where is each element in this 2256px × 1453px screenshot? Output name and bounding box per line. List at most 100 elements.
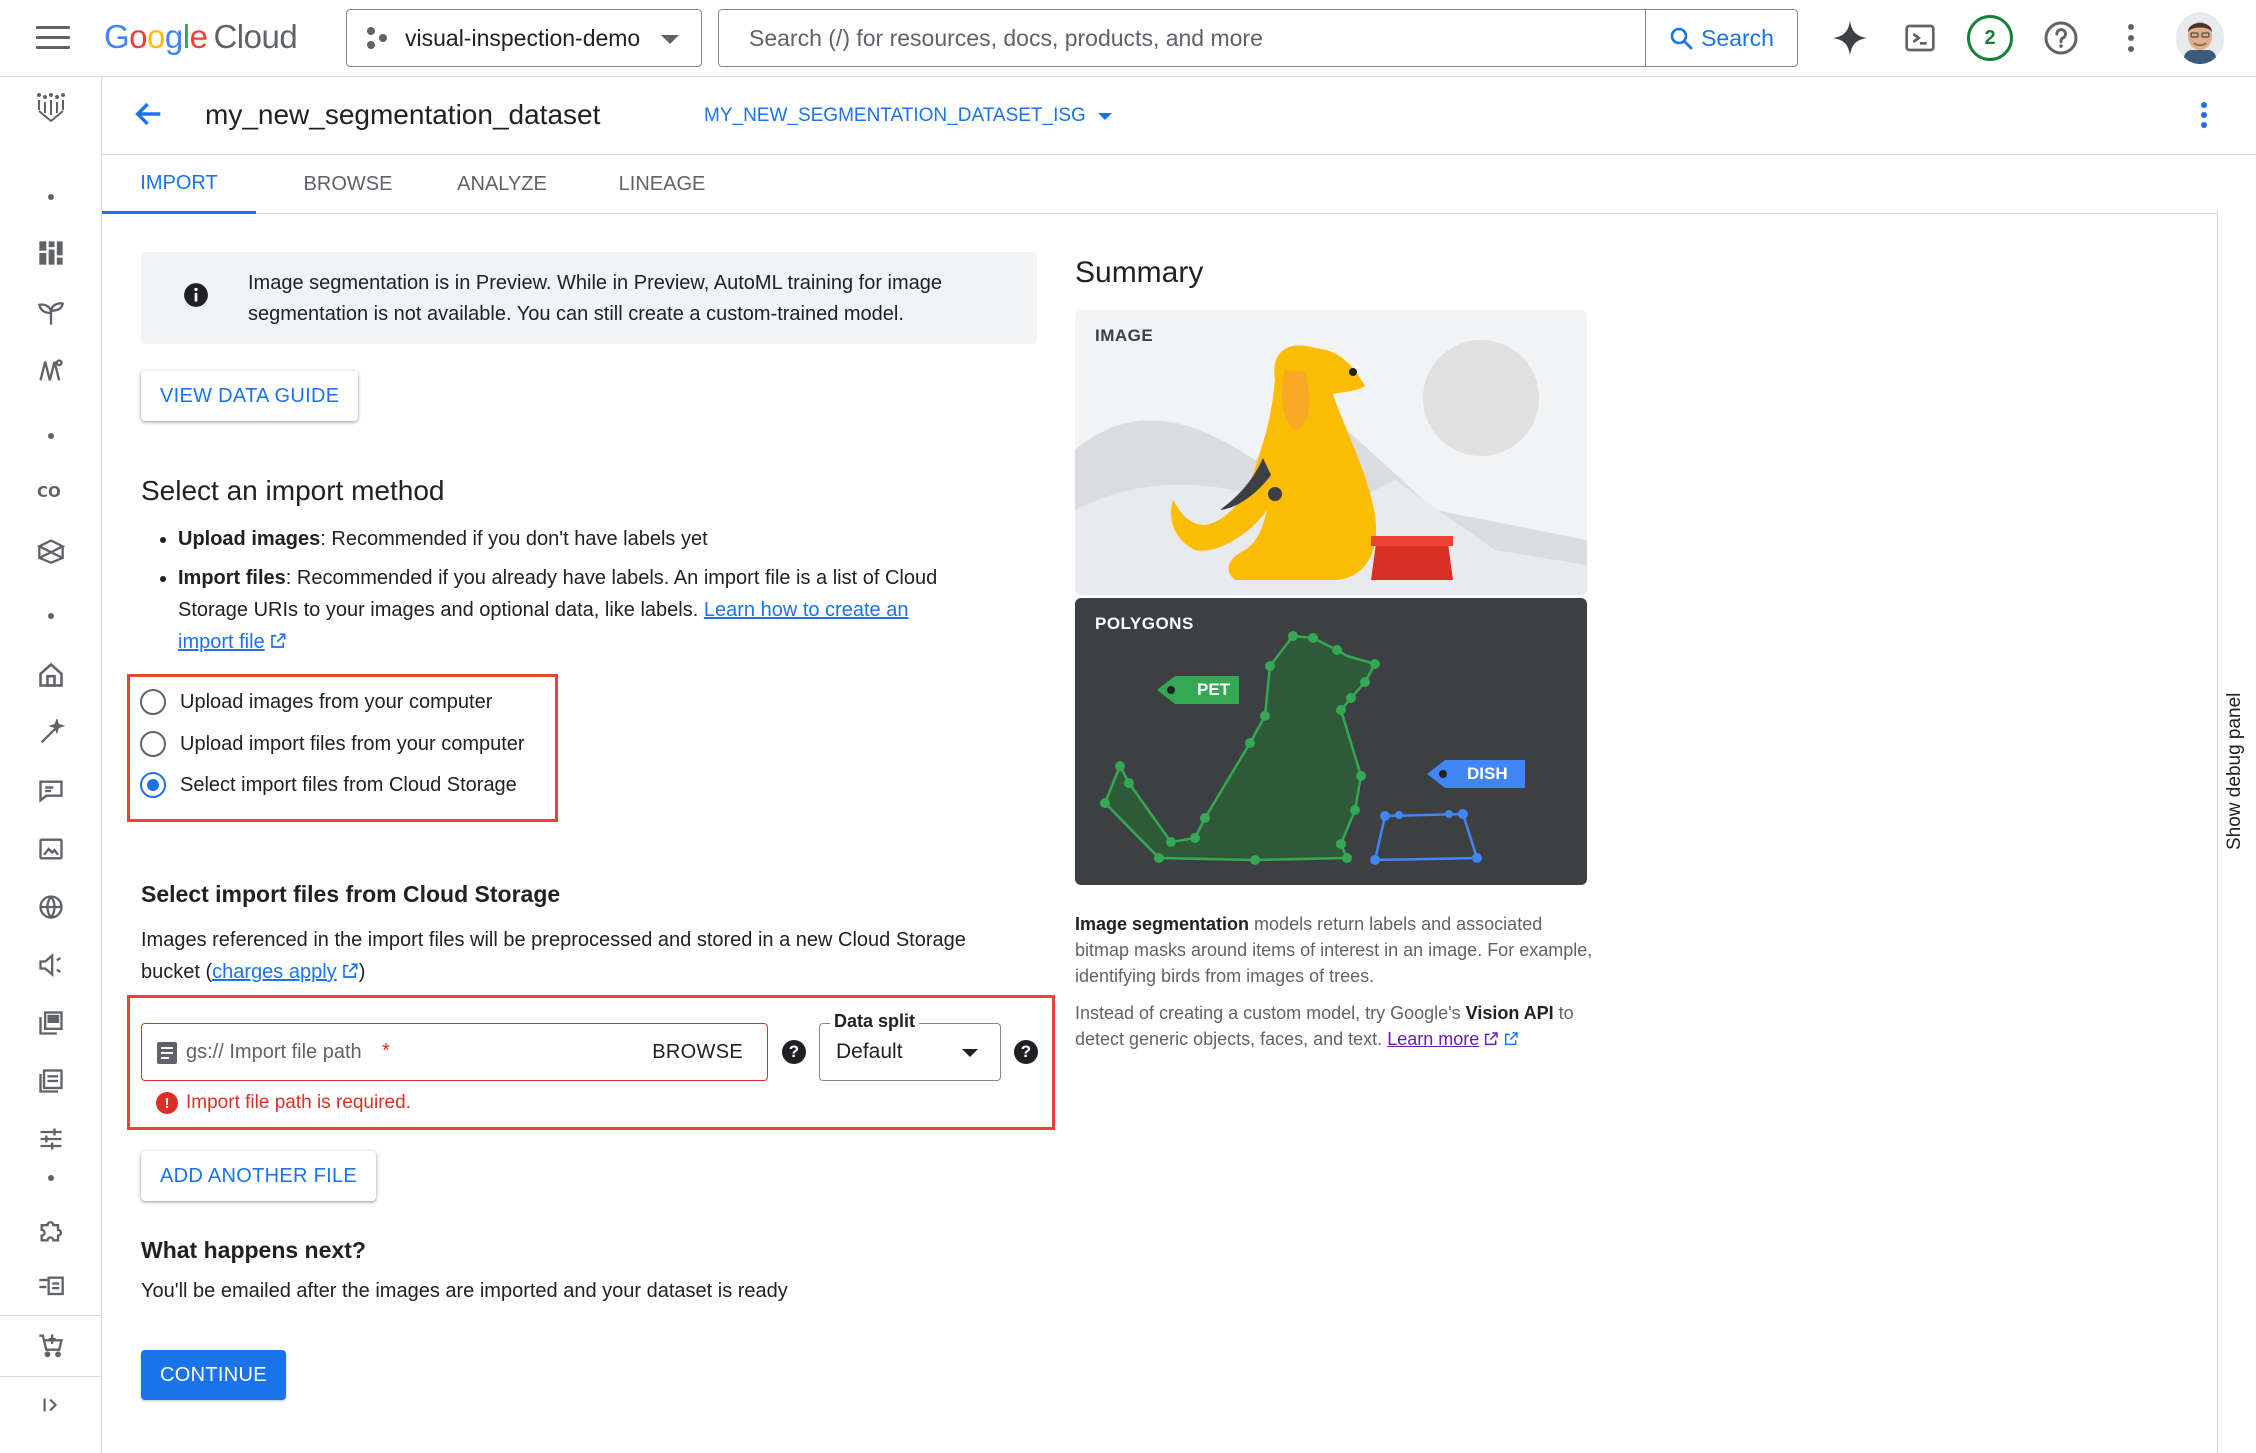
import-method-title: Select an import method [141, 475, 445, 506]
dataset-header: my_new_segmentation_dataset MY_NEW_SEGME… [102, 77, 2256, 155]
dog-illustration [1075, 340, 1587, 595]
search-button-label: Search [1701, 24, 1774, 51]
datasets-icon[interactable] [33, 1005, 69, 1041]
extensions-icon[interactable] [33, 1213, 69, 1249]
tab-lineage[interactable]: LINEAGE [594, 155, 730, 214]
image-tag: IMAGE [1095, 326, 1154, 345]
image-example-card: IMAGE [1075, 310, 1587, 595]
import-method-list: Upload images: Recommended if you don't … [150, 523, 970, 665]
pet-label: PET [1197, 680, 1231, 699]
add-another-file-button[interactable]: ADD ANOTHER FILE [141, 1151, 377, 1201]
tuning-icon[interactable] [33, 773, 69, 809]
dataset-region-label: MY_NEW_SEGMENTATION_DATASET_ISG [704, 105, 1086, 126]
data-split-label: Data split [830, 1011, 920, 1032]
radio-upload-images[interactable]: Upload images from your computer [140, 689, 492, 715]
open-in-new-icon [342, 963, 358, 978]
tab-analyze[interactable]: ANALYZE [432, 155, 572, 214]
radio-circle[interactable] [140, 731, 166, 757]
feature-store-icon[interactable] [33, 1063, 69, 1099]
polygon-illustration [1100, 631, 1525, 865]
marketplace-icon[interactable] [33, 1327, 69, 1363]
notification-count: 2 [1967, 15, 2013, 61]
radio-upload-import-files[interactable]: Upload import files from your computer [140, 731, 525, 757]
project-name: visual-inspection-demo [405, 24, 641, 51]
sparkle-icon[interactable] [1826, 14, 1874, 62]
help-icon[interactable]: ? [782, 1040, 806, 1064]
data-split-select[interactable]: Data split Default [819, 1011, 1001, 1081]
translation-icon[interactable] [33, 889, 69, 925]
vertex-ai-logo-icon[interactable] [33, 89, 69, 125]
notifications-badge[interactable]: 2 [1966, 14, 2014, 62]
speech-icon[interactable] [33, 947, 69, 983]
charges-apply-text: charges apply [212, 961, 337, 983]
preview-info-banner: Image segmentation is in Preview. While … [141, 252, 1037, 344]
debug-panel-label: Show debug panel [2224, 692, 2245, 850]
nav-dot [48, 433, 54, 439]
summary-description: Image segmentation models return labels … [1075, 911, 1595, 989]
more-vert-icon[interactable] [2107, 14, 2155, 62]
google-cloud-logo[interactable]: Google Cloud [104, 18, 298, 56]
list-item: Upload images: Recommended if you don't … [178, 523, 970, 555]
prompt-design-icon[interactable] [33, 715, 69, 751]
tab-import[interactable]: IMPORT [102, 155, 256, 214]
nav-divider [0, 1376, 102, 1377]
terminal-icon[interactable] [1896, 14, 1944, 62]
radio-label: Upload images from your computer [180, 690, 493, 713]
help-icon[interactable] [2037, 14, 2085, 62]
pipelines-icon[interactable] [33, 353, 69, 389]
search-input[interactable] [719, 10, 1644, 66]
vision-api-bold: Vision API [1465, 1003, 1554, 1023]
arrow-back-icon[interactable] [132, 97, 166, 136]
colab-icon[interactable]: CO [33, 473, 69, 509]
list-item: Import files: Recommended if you already… [178, 562, 958, 658]
more-vert-icon[interactable] [2200, 101, 2208, 134]
nav-dot [48, 194, 54, 200]
radio-cloud-storage[interactable]: Select import files from Cloud Storage [140, 772, 517, 798]
dataset-region-dropdown[interactable]: MY_NEW_SEGMENTATION_DATASET_ISG [704, 105, 1112, 127]
view-data-guide-button[interactable]: VIEW DATA GUIDE [141, 371, 359, 421]
model-garden-icon[interactable] [33, 295, 69, 331]
error-text: Import file path is required. [186, 1092, 411, 1113]
top-bar: Google Cloud visual-inspection-demo Searc… [0, 0, 2256, 77]
help-icon[interactable]: ? [1014, 1040, 1038, 1064]
expand-nav-icon[interactable] [33, 1387, 69, 1423]
radio-circle-checked[interactable] [140, 772, 166, 798]
document-icon [156, 1041, 178, 1070]
continue-button[interactable]: CONTINUE [141, 1350, 286, 1400]
home-icon[interactable] [33, 657, 69, 693]
what-next-title: What happens next? [141, 1237, 366, 1263]
cloud-storage-title: Select import files from Cloud Storage [141, 881, 561, 907]
open-in-new-icon [270, 633, 286, 648]
import-file-path-field[interactable]: * BROWSE [141, 1023, 768, 1081]
charges-apply-link[interactable]: charges apply [212, 961, 359, 983]
svg-text:CO: CO [37, 483, 61, 501]
vision-icon[interactable] [33, 831, 69, 867]
project-picker[interactable]: visual-inspection-demo [346, 9, 702, 67]
vision-api-description: Instead of creating a custom model, try … [1075, 1000, 1595, 1052]
polygons-tag: POLYGONS [1095, 614, 1194, 633]
learn-more-link[interactable]: Learn more [1387, 1029, 1499, 1049]
vision-desc-start: Instead of creating a custom model, try … [1075, 1003, 1466, 1023]
upload-images-desc: : Recommended if you don't have labels y… [320, 528, 708, 550]
polygons-example-card: POLYGONS PET DISH [1075, 598, 1587, 885]
queue-icon[interactable] [33, 1269, 69, 1305]
workbench-icon[interactable] [33, 533, 69, 569]
settings-tune-icon[interactable] [33, 1121, 69, 1157]
chevron-down-icon [1097, 112, 1112, 120]
browse-button[interactable]: BROWSE [652, 1041, 743, 1064]
dashboard-icon[interactable] [33, 235, 69, 271]
nav-divider [0, 1315, 102, 1316]
cloud-storage-desc-end: ) [358, 961, 366, 983]
debug-panel-toggle[interactable]: Show debug panel [2217, 210, 2256, 1453]
radio-circle[interactable] [140, 689, 166, 715]
summary-title: Summary [1075, 256, 1204, 289]
search-button[interactable]: Search [1645, 10, 1797, 66]
banner-text: Image segmentation is in Preview. While … [248, 272, 943, 325]
tab-bar: IMPORT BROWSE ANALYZE LINEAGE [102, 155, 2256, 214]
avatar[interactable] [2176, 12, 2224, 64]
cloud-storage-description: Images referenced in the import files wi… [141, 924, 1021, 988]
hamburger-icon[interactable] [36, 26, 70, 52]
what-next-text: You'll be emailed after the images are i… [141, 1280, 788, 1302]
tab-browse[interactable]: BROWSE [282, 155, 414, 214]
radio-label: Upload import files from your computer [180, 732, 525, 755]
